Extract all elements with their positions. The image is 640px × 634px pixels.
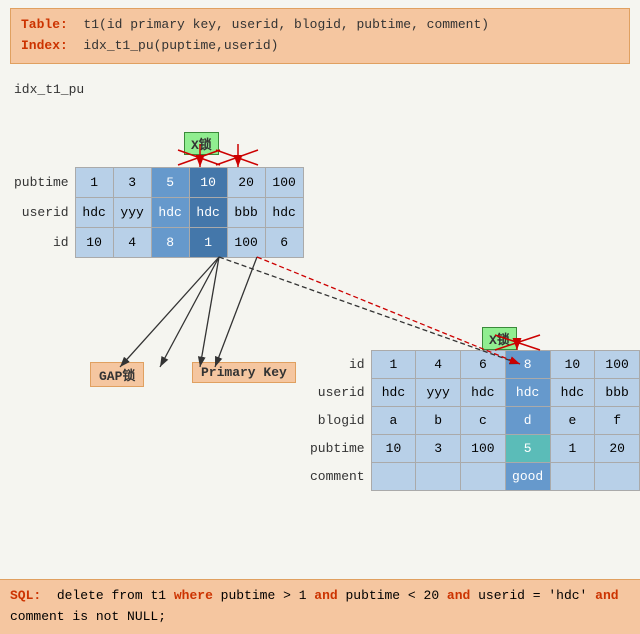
idx-cell: 3 [113, 167, 151, 197]
pk-cell: a [371, 406, 416, 434]
pk-cell [461, 462, 506, 490]
sql-text: delete from t1 where pubtime > 1 and pub… [10, 588, 619, 624]
pk-cell-teal: 5 [505, 434, 550, 462]
pk-cell: 10 [550, 350, 595, 378]
table-def: t1(id primary key, userid, blogid, pubti… [83, 17, 489, 32]
pk-cell: b [416, 406, 461, 434]
idx-cell: 100 [265, 167, 303, 197]
pk-table: id 1 4 6 8 10 100 userid hdc yyy hdc hdc… [310, 350, 640, 491]
pk-cell: hdc [550, 378, 595, 406]
pk-cell: 1 [550, 434, 595, 462]
idx-label: idx_t1_pu [14, 82, 84, 97]
table-keyword: Table: [21, 17, 68, 32]
idx-cell: 10 [75, 227, 113, 257]
idx-cell: bbb [227, 197, 265, 227]
idx-cell: yyy [113, 197, 151, 227]
pk-cell-hi: 8 [505, 350, 550, 378]
pk-cell: bbb [595, 378, 640, 406]
idx-cell-hi: hdc [151, 197, 189, 227]
pk-cell: 100 [461, 434, 506, 462]
idx-cell: 4 [113, 227, 151, 257]
idx-cell-dark: 10 [189, 167, 227, 197]
idx-cell-dark: hdc [189, 197, 227, 227]
pk-cell: 100 [595, 350, 640, 378]
pk-cell: 6 [461, 350, 506, 378]
pk-cell [371, 462, 416, 490]
pk-id-label: id [310, 350, 371, 378]
x-lock-right: X锁 [482, 327, 517, 350]
header-info: Table: t1(id primary key, userid, blogid… [10, 8, 630, 64]
pk-cell: e [550, 406, 595, 434]
index-table: pubtime 1 3 5 10 20 100 userid hdc yyy h… [14, 167, 304, 258]
pk-cell: f [595, 406, 640, 434]
idx-cell-hi: 8 [151, 227, 189, 257]
pk-cell [595, 462, 640, 490]
idx-cell-hi: 5 [151, 167, 189, 197]
index-keyword: Index: [21, 38, 68, 53]
idx-cell: 100 [227, 227, 265, 257]
pk-blogid-label: blogid [310, 406, 371, 434]
index-def: idx_t1_pu(puptime,userid) [83, 38, 278, 53]
pk-comment-label: comment [310, 462, 371, 490]
idx-pubtime-label: pubtime [14, 167, 75, 197]
x-lock-left: X锁 [184, 132, 219, 155]
pk-cell: hdc [461, 378, 506, 406]
idx-cell: 20 [227, 167, 265, 197]
pk-pubtime-label: pubtime [310, 434, 371, 462]
idx-cell-dark: 1 [189, 227, 227, 257]
pk-cell: c [461, 406, 506, 434]
idx-cell: hdc [75, 197, 113, 227]
idx-cell: hdc [265, 197, 303, 227]
pk-cell: yyy [416, 378, 461, 406]
gap-lock-label: GAP锁 [90, 362, 144, 387]
idx-cell: 1 [75, 167, 113, 197]
pk-cell: 1 [371, 350, 416, 378]
pk-cell: 4 [416, 350, 461, 378]
pk-cell-hi: d [505, 406, 550, 434]
pk-userid-label: userid [310, 378, 371, 406]
pk-cell [550, 462, 595, 490]
diagram-area: idx_t1_pu X锁 pubtime 1 3 5 10 20 100 use… [0, 72, 640, 562]
pk-cell-hi: good [505, 462, 550, 490]
pk-cell-hi: hdc [505, 378, 550, 406]
sql-keyword: SQL: [10, 588, 41, 603]
pk-cell: hdc [371, 378, 416, 406]
pk-cell [416, 462, 461, 490]
idx-userid-label: userid [14, 197, 75, 227]
pk-cell: 10 [371, 434, 416, 462]
primary-key-label: Primary Key [192, 362, 296, 383]
idx-cell: 6 [265, 227, 303, 257]
idx-id-label: id [14, 227, 75, 257]
pk-cell: 3 [416, 434, 461, 462]
pk-cell: 20 [595, 434, 640, 462]
